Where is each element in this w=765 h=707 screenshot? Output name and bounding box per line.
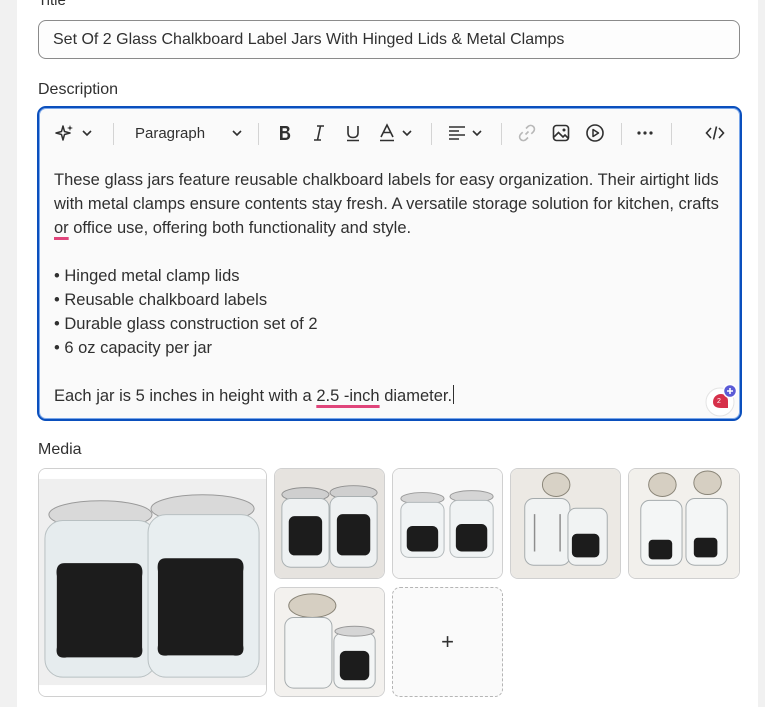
flagged-word[interactable]: or [54,219,69,237]
flagged-phrase[interactable]: 2.5 -inch [316,387,379,405]
media-thumbnail-6[interactable] [274,587,385,697]
more-button[interactable] [635,118,655,148]
play-icon [585,123,605,143]
bold-icon [275,123,295,143]
add-media-button[interactable]: + [392,587,503,697]
chevron-down-icon [401,127,413,139]
toolbar-divider [258,123,259,145]
paragraph-text-end: office use, offering both functionality … [68,219,412,237]
format-select-value: Paragraph [135,124,206,142]
align-left-icon [447,123,467,143]
description-label: Description [38,81,119,98]
editor-content[interactable]: These glass jars feature reusable chalkb… [54,168,724,408]
link-icon [517,123,537,143]
jar-photo-image [275,469,384,578]
bullet-item: • Hinged metal clamp lids [54,267,240,285]
bullet-item: • 6 oz capacity per jar [54,339,213,357]
jar-photo-image [275,588,384,696]
jar-photo-image [629,469,739,578]
description-paragraph: These glass jars feature reusable chalkb… [54,168,724,240]
media-thumbnail-3[interactable] [392,468,503,579]
text-color-icon [377,123,397,143]
jar-photo-image [393,469,502,578]
bullet-item: • Durable glass construction set of 2 [54,315,318,333]
media-thumbnail-2[interactable] [274,468,385,579]
format-select[interactable]: Paragraph [135,118,243,148]
toolbar-divider [671,123,672,145]
ai-generate-button[interactable] [55,118,93,148]
grammar-count-badge: 2 [717,398,721,405]
italic-icon [309,123,329,143]
underline-button[interactable] [343,118,363,148]
toolbar-divider [621,123,622,145]
title-label: Title [38,0,66,9]
image-icon [551,123,571,143]
closing-sentence: Each jar is 5 inches in height with a 2.… [54,384,724,408]
title-input[interactable]: Set Of 2 Glass Chalkboard Label Jars Wit… [38,20,740,59]
italic-button[interactable] [309,118,329,148]
media-thumbnail-4[interactable] [510,468,621,579]
bullet-item: • Reusable chalkboard labels [54,291,268,309]
closing-text-end: diameter. [379,387,453,405]
toolbar-divider [501,123,502,145]
more-horizontal-icon [635,123,655,143]
closing-text: Each jar is 5 inches in height with a [54,387,317,405]
description-editor[interactable]: Paragraph These glass jars feature reusa… [37,106,742,421]
code-icon [705,123,725,143]
code-view-button[interactable] [705,118,725,148]
plus-icon: + [441,629,454,654]
editor-toolbar: Paragraph [41,110,738,156]
chevron-down-icon [231,127,243,139]
align-button[interactable] [447,118,483,148]
video-button[interactable] [585,118,605,148]
toolbar-divider [431,123,432,145]
jar-photo-image [511,469,620,578]
image-button[interactable] [551,118,571,148]
media-label: Media [38,441,82,458]
media-thumbnail-1[interactable] [38,468,267,697]
paragraph-text: These glass jars feature reusable chalkb… [54,171,719,213]
sparkle-icon [55,123,75,143]
chevron-down-icon [471,127,483,139]
link-button[interactable] [517,118,537,148]
media-thumbnail-5[interactable] [628,468,740,579]
grammar-assistant-button[interactable]: 2 [704,383,738,417]
jar-photo-image [39,469,266,696]
underline-icon [343,123,363,143]
text-caret [453,385,455,404]
bold-button[interactable] [275,118,295,148]
text-color-button[interactable] [377,118,413,148]
toolbar-divider [113,123,114,145]
chevron-down-icon [81,127,93,139]
